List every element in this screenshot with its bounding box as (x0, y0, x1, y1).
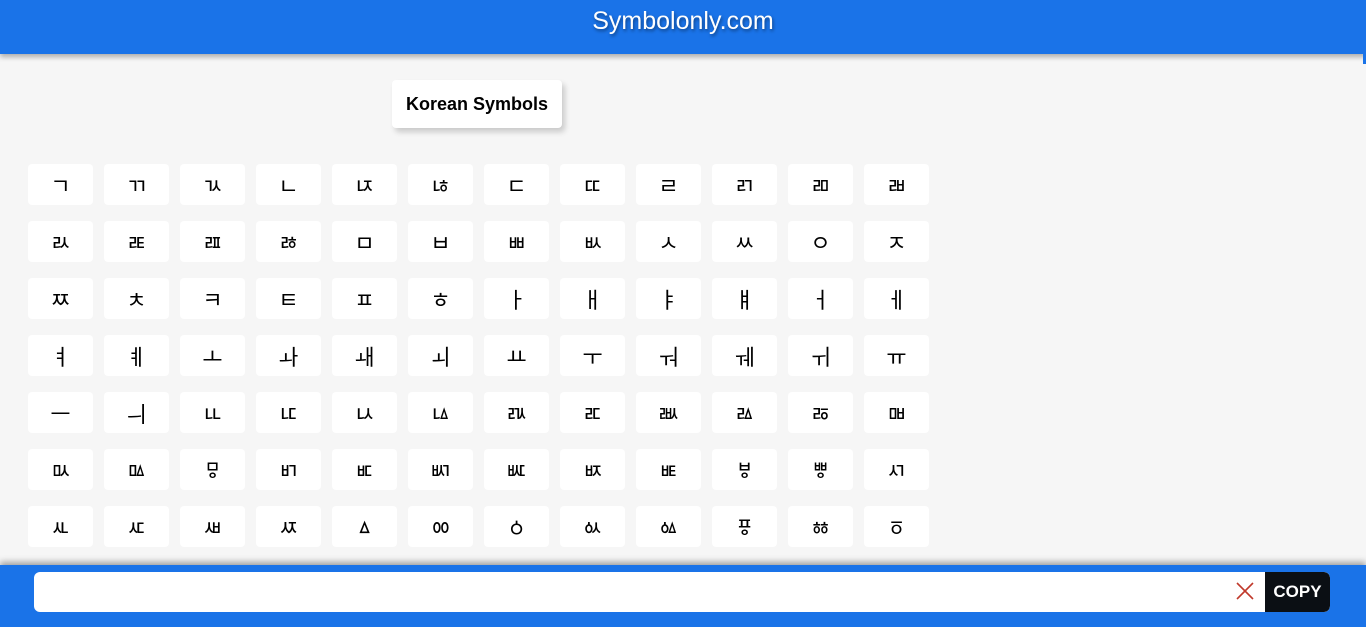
symbol-button[interactable]: ㄷ (484, 164, 549, 205)
symbol-button[interactable]: ㆄ (712, 506, 777, 547)
symbol-button[interactable]: ㅒ (712, 278, 777, 319)
symbol-button[interactable]: ㄺ (712, 164, 777, 205)
symbol-button[interactable]: ㄾ (104, 221, 169, 262)
symbol-button[interactable]: ㅞ (712, 335, 777, 376)
symbol-button[interactable]: ㅵ (484, 449, 549, 490)
symbol-button[interactable]: ㅫ (636, 392, 701, 433)
symbol-button[interactable]: ㅶ (560, 449, 625, 490)
symbol-button[interactable]: ㅸ (712, 449, 777, 490)
symbol-button[interactable]: ㅎ (408, 278, 473, 319)
symbol-button[interactable]: ㅱ (180, 449, 245, 490)
symbol-button[interactable]: ㅿ (332, 506, 397, 547)
symbol-button[interactable]: ㅍ (332, 278, 397, 319)
copy-input-container: COPY (34, 572, 1330, 612)
symbol-button[interactable]: ㄶ (408, 164, 473, 205)
symbol-button[interactable]: ㅪ (560, 392, 625, 433)
symbol-button[interactable]: ㅑ (636, 278, 701, 319)
site-title-link[interactable]: Symbolonly.com (0, 7, 1366, 36)
symbol-button[interactable]: ㅧ (332, 392, 397, 433)
symbol-button[interactable]: ㆅ (788, 506, 853, 547)
symbol-button[interactable]: ㅴ (408, 449, 473, 490)
symbol-button[interactable]: ㄿ (180, 221, 245, 262)
symbol-button[interactable]: ㆃ (636, 506, 701, 547)
symbol-button[interactable]: ㅚ (408, 335, 473, 376)
symbol-button[interactable]: ㅜ (560, 335, 625, 376)
symbol-button[interactable]: ㅰ (104, 449, 169, 490)
symbol-button[interactable]: ㅃ (484, 221, 549, 262)
symbol-button[interactable]: ㅭ (788, 392, 853, 433)
symbol-button[interactable]: ㅽ (180, 506, 245, 547)
symbol-button[interactable]: ㅓ (788, 278, 853, 319)
symbol-button[interactable]: ㅦ (256, 392, 321, 433)
symbol-button[interactable]: ㅻ (28, 506, 93, 547)
symbol-button[interactable]: ㄼ (864, 164, 929, 205)
copy-bar: COPY (0, 565, 1366, 627)
symbol-button[interactable]: ㅘ (256, 335, 321, 376)
symbol-button[interactable]: ㄹ (636, 164, 701, 205)
symbol-button[interactable]: ㅨ (408, 392, 473, 433)
symbol-button[interactable]: ㅀ (256, 221, 321, 262)
symbol-button[interactable]: ㅺ (864, 449, 929, 490)
symbol-button[interactable]: ㄻ (788, 164, 853, 205)
symbol-button[interactable]: ㅁ (332, 221, 397, 262)
close-icon[interactable] (1234, 580, 1256, 602)
symbol-button[interactable]: ㅛ (484, 335, 549, 376)
copy-button[interactable]: COPY (1265, 572, 1330, 612)
symbol-button[interactable]: ㅼ (104, 506, 169, 547)
symbol-button[interactable]: ㅇ (788, 221, 853, 262)
symbol-button[interactable]: ㅂ (408, 221, 473, 262)
symbol-button[interactable]: ㅲ (256, 449, 321, 490)
symbol-button[interactable]: ㄵ (332, 164, 397, 205)
symbol-button[interactable]: ㅡ (28, 392, 93, 433)
symbol-button[interactable]: ㅬ (712, 392, 777, 433)
symbol-button[interactable]: ㅷ (636, 449, 701, 490)
symbol-button[interactable]: ㄸ (560, 164, 625, 205)
symbol-grid: ㄱㄲㄳㄴㄵㄶㄷㄸㄹㄺㄻㄼㄽㄾㄿㅀㅁㅂㅃㅄㅅㅆㅇㅈㅉㅊㅋㅌㅍㅎㅏㅐㅑㅒㅓㅔㅕㅖㅗㅘ… (28, 164, 929, 547)
symbol-button[interactable]: ㅕ (28, 335, 93, 376)
symbol-button[interactable]: ㄲ (104, 164, 169, 205)
symbol-button[interactable]: ㅙ (332, 335, 397, 376)
symbol-button[interactable]: ㅢ (104, 392, 169, 433)
symbol-button[interactable]: ㅆ (712, 221, 777, 262)
symbol-button[interactable]: ㆆ (864, 506, 929, 547)
symbol-button[interactable]: ㅐ (560, 278, 625, 319)
symbol-button[interactable]: ㅊ (104, 278, 169, 319)
symbol-button[interactable]: ㅟ (788, 335, 853, 376)
symbol-button[interactable]: ㅩ (484, 392, 549, 433)
symbol-button[interactable]: ㅠ (864, 335, 929, 376)
symbol-button[interactable]: ㅏ (484, 278, 549, 319)
symbol-button[interactable]: ㅄ (560, 221, 625, 262)
symbol-button[interactable]: ㆂ (560, 506, 625, 547)
symbol-button[interactable]: ㅅ (636, 221, 701, 262)
symbol-button[interactable]: ㅮ (864, 392, 929, 433)
category-title: Korean Symbols (392, 80, 562, 128)
symbol-button[interactable]: ㄽ (28, 221, 93, 262)
symbol-button[interactable]: ㅝ (636, 335, 701, 376)
symbol-button[interactable]: ㅗ (180, 335, 245, 376)
symbol-button[interactable]: ㄳ (180, 164, 245, 205)
symbol-button[interactable]: ㅳ (332, 449, 397, 490)
copy-input[interactable] (34, 572, 1224, 612)
symbol-button[interactable]: ㅾ (256, 506, 321, 547)
symbol-button[interactable]: ㅹ (788, 449, 853, 490)
symbol-button[interactable]: ㅋ (180, 278, 245, 319)
site-header: Symbolonly.com (0, 0, 1366, 64)
symbol-button[interactable]: ㅯ (28, 449, 93, 490)
symbol-button[interactable]: ㅔ (864, 278, 929, 319)
symbol-button[interactable]: ㅖ (104, 335, 169, 376)
symbol-button[interactable]: ㆁ (484, 506, 549, 547)
symbol-button[interactable]: ㅌ (256, 278, 321, 319)
symbol-button[interactable]: ㅥ (180, 392, 245, 433)
symbol-button[interactable]: ㅉ (28, 278, 93, 319)
symbol-button[interactable]: ㄴ (256, 164, 321, 205)
symbol-button[interactable]: ㆀ (408, 506, 473, 547)
symbol-button[interactable]: ㅈ (864, 221, 929, 262)
symbol-button[interactable]: ㄱ (28, 164, 93, 205)
